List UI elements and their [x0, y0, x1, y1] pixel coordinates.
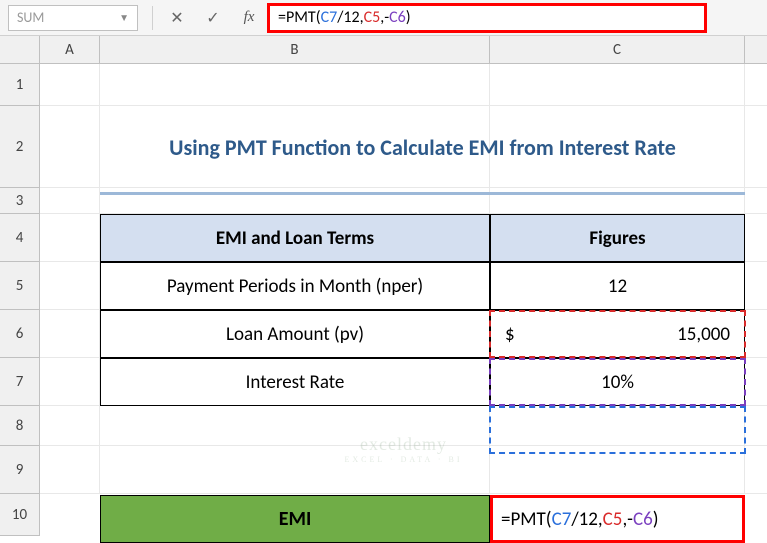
formula-eq: =: [278, 8, 286, 27]
formula-bar: SUM ▼ ✕ ✓ fx =PMT(C7/12,C5,-C6): [0, 0, 767, 36]
column-header-c[interactable]: C: [490, 36, 745, 63]
cell-b6[interactable]: Loan Amount (pv): [100, 310, 490, 358]
column-headers: A B C: [0, 36, 767, 64]
title-underline: [100, 192, 745, 195]
row-header-8[interactable]: 8: [0, 406, 39, 446]
page-title: Using PMT Function to Calculate EMI from…: [100, 106, 745, 188]
row-header-3[interactable]: 3: [0, 188, 39, 214]
row-header-9[interactable]: 9: [0, 446, 39, 494]
enter-icon[interactable]: ✓: [195, 5, 231, 31]
table-header-figures[interactable]: Figures: [490, 214, 745, 262]
row-header-7[interactable]: 7: [0, 358, 39, 406]
table-header-terms[interactable]: EMI and Loan Terms: [100, 214, 490, 262]
row-header-4[interactable]: 4: [0, 214, 39, 262]
cell-b5[interactable]: Payment Periods in Month (nper): [100, 262, 490, 310]
emi-ref-c6: C6: [633, 508, 653, 531]
cell-c7[interactable]: 10%: [490, 358, 745, 406]
cell-c5[interactable]: 12: [490, 262, 745, 310]
divider: [152, 6, 153, 30]
row-header-2[interactable]: 2: [0, 106, 39, 188]
cell-c9[interactable]: =PMT(C7/12,C5,-C6): [490, 495, 745, 543]
grid: 1 2 3 4 5 6 7 8 9 10 Using PMT Function …: [0, 64, 767, 536]
row-header-6[interactable]: 6: [0, 310, 39, 358]
row-header-5[interactable]: 5: [0, 262, 39, 310]
emi-ref-c7: C7: [552, 508, 572, 531]
currency-symbol: $: [505, 323, 515, 346]
formula-input[interactable]: =PMT(C7/12,C5,-C6): [267, 3, 707, 33]
emi-div: /12,: [571, 508, 602, 531]
cell-b7[interactable]: Interest Rate: [100, 358, 490, 406]
formula-close: ): [406, 8, 411, 27]
emi-row: EMI =PMT(C7/12,C5,-C6): [100, 495, 745, 543]
row-header-10[interactable]: 10: [0, 494, 39, 536]
cancel-icon[interactable]: ✕: [159, 5, 195, 31]
chevron-down-icon[interactable]: ▼: [119, 11, 129, 24]
name-box[interactable]: SUM ▼: [8, 5, 138, 31]
cells-area[interactable]: Using PMT Function to Calculate EMI from…: [40, 64, 767, 536]
table-row: Interest Rate 10%: [100, 358, 745, 406]
emi-fn: PMT: [510, 508, 545, 531]
emi-comma: ,-: [622, 508, 633, 531]
cell-c6[interactable]: $ 15,000: [490, 310, 745, 358]
row-header-1[interactable]: 1: [0, 64, 39, 106]
formula-ref-c7: C7: [321, 8, 338, 27]
currency-value: 15,000: [677, 323, 730, 346]
column-header-a[interactable]: A: [40, 36, 100, 63]
formula-ref-c6: C6: [389, 8, 406, 27]
emi-close: ): [653, 508, 659, 531]
table-row: Loan Amount (pv) $ 15,000: [100, 310, 745, 358]
table-row: Payment Periods in Month (nper) 12: [100, 262, 745, 310]
emi-ref-c5: C5: [603, 508, 623, 531]
column-header-b[interactable]: B: [100, 36, 490, 63]
formula-div: /12,: [337, 8, 363, 27]
formula-fn: PMT: [286, 8, 316, 27]
select-all-corner[interactable]: [0, 36, 40, 63]
fx-icon[interactable]: fx: [231, 5, 267, 31]
formula-comma: ,-: [380, 8, 389, 27]
row-headers: 1 2 3 4 5 6 7 8 9 10: [0, 64, 40, 536]
name-box-value: SUM: [17, 9, 44, 26]
emi-eq: =: [501, 508, 510, 531]
cell-b9[interactable]: EMI: [100, 495, 490, 543]
formula-ref-c5: C5: [364, 8, 381, 27]
data-table: EMI and Loan Terms Figures Payment Perio…: [100, 214, 745, 406]
